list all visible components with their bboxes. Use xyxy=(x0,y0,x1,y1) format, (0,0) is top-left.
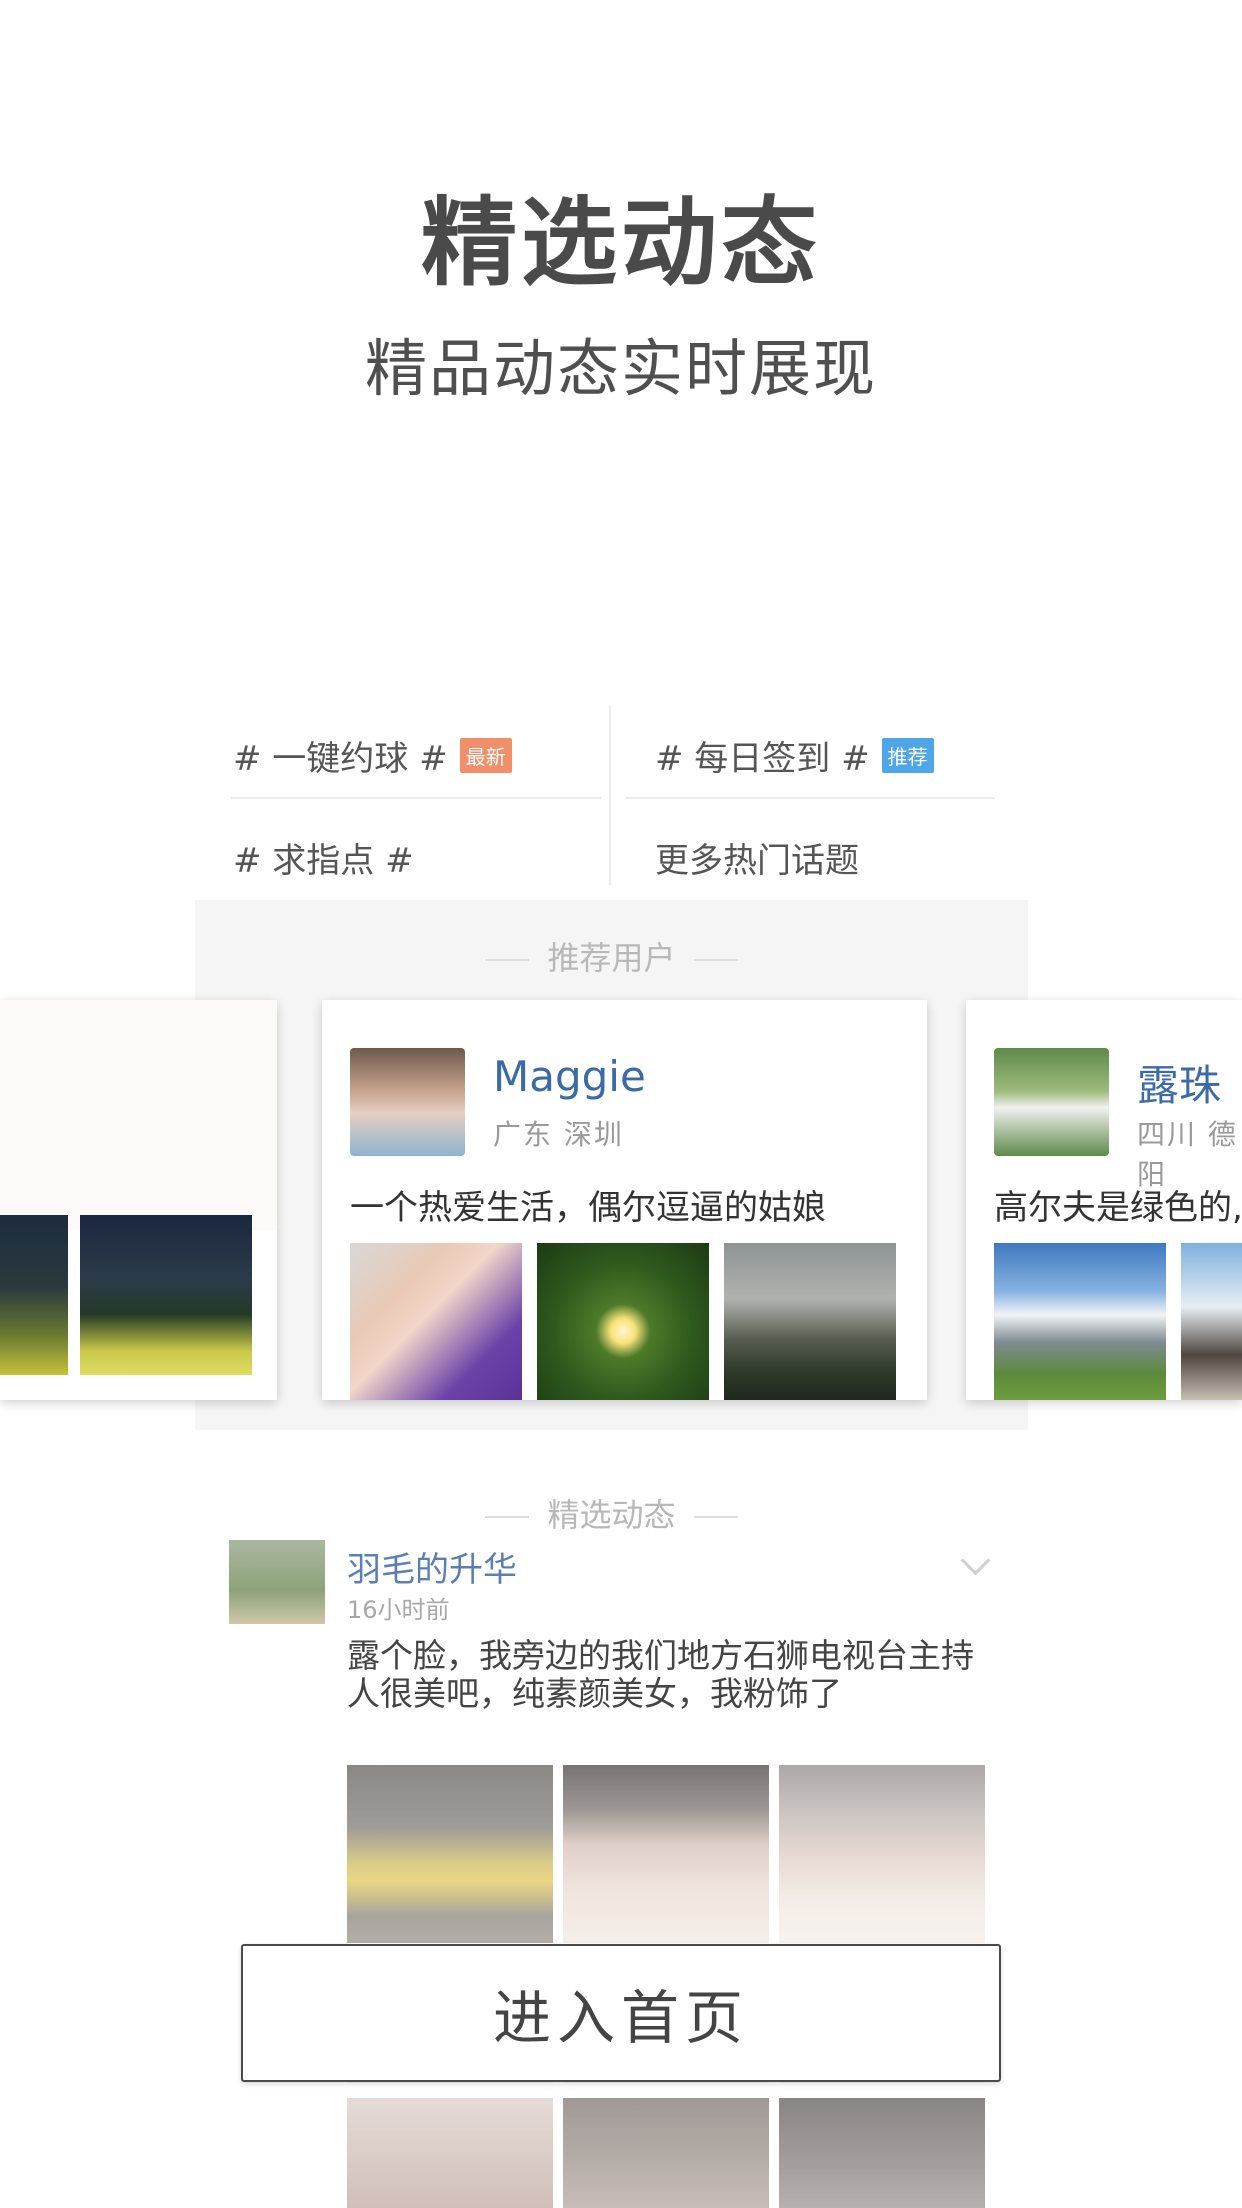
post-text: 露个脸，我旁边的我们地方石狮电视台主持人很美吧，纯素颜美女，我粉饰了 xyxy=(347,1636,974,1713)
page-title: 精选动态 xyxy=(421,187,821,299)
topic-meiriqiandao[interactable]: # 每日签到 # 推荐 xyxy=(655,705,934,805)
hot-topics-panel: # 一键约球 # 最新 # 每日签到 # 推荐 # 求指点 # 更多热门话题 xyxy=(195,685,1028,900)
divider xyxy=(231,797,601,799)
card-background xyxy=(0,1000,277,1230)
user-bio: 高尔夫是绿色的, xyxy=(994,1188,1242,1228)
user-photo[interactable] xyxy=(994,1243,1166,1400)
user-photo[interactable] xyxy=(537,1243,709,1400)
new-badge: 最新 xyxy=(459,737,512,773)
user-card-maggie[interactable]: Maggie 广东 深圳 一个热爱生活，偶尔逗逼的姑娘 xyxy=(322,1000,927,1400)
recommended-users-heading: 推荐用户 xyxy=(195,933,1028,979)
topic-label: # 每日签到 # xyxy=(655,738,870,779)
topic-label: 更多热门话题 xyxy=(655,840,859,881)
topic-label: # 求指点 # xyxy=(233,840,414,881)
user-avatar[interactable] xyxy=(350,1048,465,1156)
post-timestamp: 16小时前 xyxy=(347,1596,450,1624)
user-photo[interactable] xyxy=(350,1243,522,1400)
divider xyxy=(625,797,995,799)
divider xyxy=(609,705,611,885)
user-name[interactable]: Maggie xyxy=(493,1052,646,1101)
user-card-partial-left[interactable] xyxy=(0,1000,277,1400)
user-photo[interactable] xyxy=(1181,1243,1242,1400)
topic-qiuzhidian[interactable]: # 求指点 # xyxy=(233,807,414,907)
user-location: 广东 深圳 xyxy=(493,1118,624,1151)
topic-yijianyueqiu[interactable]: # 一键约球 # 最新 xyxy=(233,705,512,805)
featured-feed: 精选动态 羽毛的升华 16小时前 露个脸，我旁边的我们地方石狮电视台主持人很美吧… xyxy=(195,1430,1028,2208)
user-photo[interactable] xyxy=(724,1243,896,1400)
enter-home-button[interactable]: 进入首页 xyxy=(241,1944,1001,2082)
post-avatar[interactable] xyxy=(229,1540,325,1624)
user-photo[interactable] xyxy=(80,1215,252,1375)
user-avatar[interactable] xyxy=(994,1048,1109,1156)
chevron-down-icon[interactable] xyxy=(960,1545,991,1576)
featured-feed-heading: 精选动态 xyxy=(195,1490,1028,1536)
recommend-badge: 推荐 xyxy=(881,737,934,773)
topic-label: # 一键约球 # xyxy=(233,738,448,779)
more-topics-link[interactable]: 更多热门话题 xyxy=(655,807,859,907)
user-name[interactable]: 露珠 xyxy=(1137,1052,1221,1113)
page-subtitle: 精品动态实时展现 xyxy=(364,332,877,405)
user-photo[interactable] xyxy=(0,1215,68,1375)
user-card-luzhu[interactable]: 露珠 四川 德阳 高尔夫是绿色的, xyxy=(966,1000,1242,1400)
post-username[interactable]: 羽毛的升华 xyxy=(347,1542,517,1591)
user-bio: 一个热爱生活，偶尔逗逼的姑娘 xyxy=(350,1188,826,1228)
